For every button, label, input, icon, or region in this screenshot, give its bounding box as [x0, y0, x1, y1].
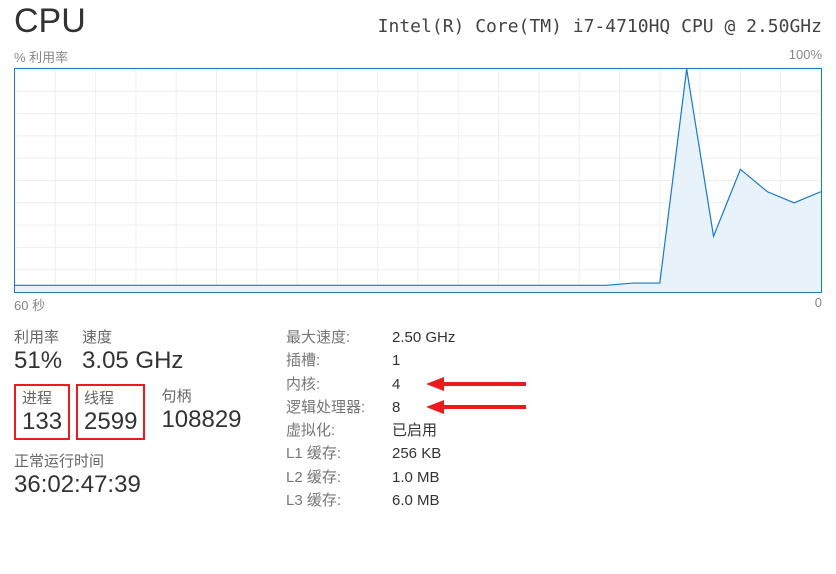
detail-cores: 内核: 4	[286, 373, 455, 396]
sockets-label: 插槽:	[286, 349, 392, 372]
processes-value: 133	[22, 408, 62, 437]
chart-x-max: 60 秒	[14, 295, 45, 314]
cpu-model-name: Intel(R) Core(TM) i7-4710HQ CPU @ 2.50GH…	[378, 16, 822, 37]
detail-max-speed: 最大速度: 2.50 GHz	[286, 326, 455, 349]
speed-label: 速度	[82, 326, 183, 347]
utilization-value: 51%	[14, 347, 62, 376]
l1-cache-value: 256 KB	[392, 442, 441, 465]
annotation-arrow-icon	[426, 373, 526, 395]
chart-x-min: 0	[815, 295, 822, 314]
threads-value: 2599	[84, 408, 137, 437]
detail-sockets: 插槽: 1	[286, 349, 455, 372]
l2-cache-label: L2 缓存:	[286, 466, 392, 489]
handles-label: 句柄	[161, 385, 241, 406]
l1-cache-label: L1 缓存:	[286, 442, 392, 465]
page-title: CPU	[14, 2, 86, 41]
chart-svg	[15, 69, 821, 292]
handles-box: 句柄 108829	[151, 384, 247, 440]
logical-processors-value: 8	[392, 396, 400, 419]
left-stats-column: 利用率 51% 速度 3.05 GHz 进程 133 线程 2599 句柄 10…	[14, 326, 286, 512]
speed-value: 3.05 GHz	[82, 347, 183, 376]
annotation-arrow-icon	[426, 396, 526, 418]
l3-cache-value: 6.0 MB	[392, 489, 440, 512]
virtualization-value: 已启用	[392, 419, 437, 442]
handles-value: 108829	[161, 406, 241, 435]
processes-label: 进程	[22, 387, 62, 408]
cpu-usage-chart	[14, 68, 822, 293]
uptime-stat: 正常运行时间 36:02:47:39	[14, 450, 286, 499]
stats-section: 利用率 51% 速度 3.05 GHz 进程 133 线程 2599 句柄 10…	[14, 326, 822, 512]
max-speed-value: 2.50 GHz	[392, 326, 455, 349]
l3-cache-label: L3 缓存:	[286, 489, 392, 512]
detail-virtualization: 虚拟化: 已启用	[286, 419, 455, 442]
uptime-value: 36:02:47:39	[14, 471, 286, 499]
logical-processors-label: 逻辑处理器:	[286, 396, 392, 419]
cores-value: 4	[392, 373, 400, 396]
sockets-value: 1	[392, 349, 400, 372]
virtualization-label: 虚拟化:	[286, 419, 392, 442]
detail-l1-cache: L1 缓存: 256 KB	[286, 442, 455, 465]
max-speed-label: 最大速度:	[286, 326, 392, 349]
uptime-label: 正常运行时间	[14, 450, 286, 471]
detail-logical-processors: 逻辑处理器: 8	[286, 396, 455, 419]
speed-stat: 速度 3.05 GHz	[82, 326, 183, 376]
chart-bottom-labels: 60 秒 0	[14, 295, 822, 314]
utilization-label: 利用率	[14, 326, 62, 347]
chart-top-labels: % 利用率 100%	[14, 47, 822, 68]
processes-box-highlighted: 进程 133	[14, 384, 70, 440]
l2-cache-value: 1.0 MB	[392, 466, 440, 489]
threads-box-highlighted: 线程 2599	[76, 384, 145, 440]
threads-label: 线程	[84, 387, 137, 408]
detail-l3-cache: L3 缓存: 6.0 MB	[286, 489, 455, 512]
utilization-stat: 利用率 51%	[14, 326, 62, 376]
chart-y-max: 100%	[789, 47, 822, 66]
header: CPU Intel(R) Core(TM) i7-4710HQ CPU @ 2.…	[14, 0, 822, 41]
detail-l2-cache: L2 缓存: 1.0 MB	[286, 466, 455, 489]
cores-label: 内核:	[286, 373, 392, 396]
details-column: 最大速度: 2.50 GHz 插槽: 1 内核: 4 逻辑处理器: 8 虚拟化:…	[286, 326, 455, 512]
chart-y-axis-label: % 利用率	[14, 47, 68, 66]
